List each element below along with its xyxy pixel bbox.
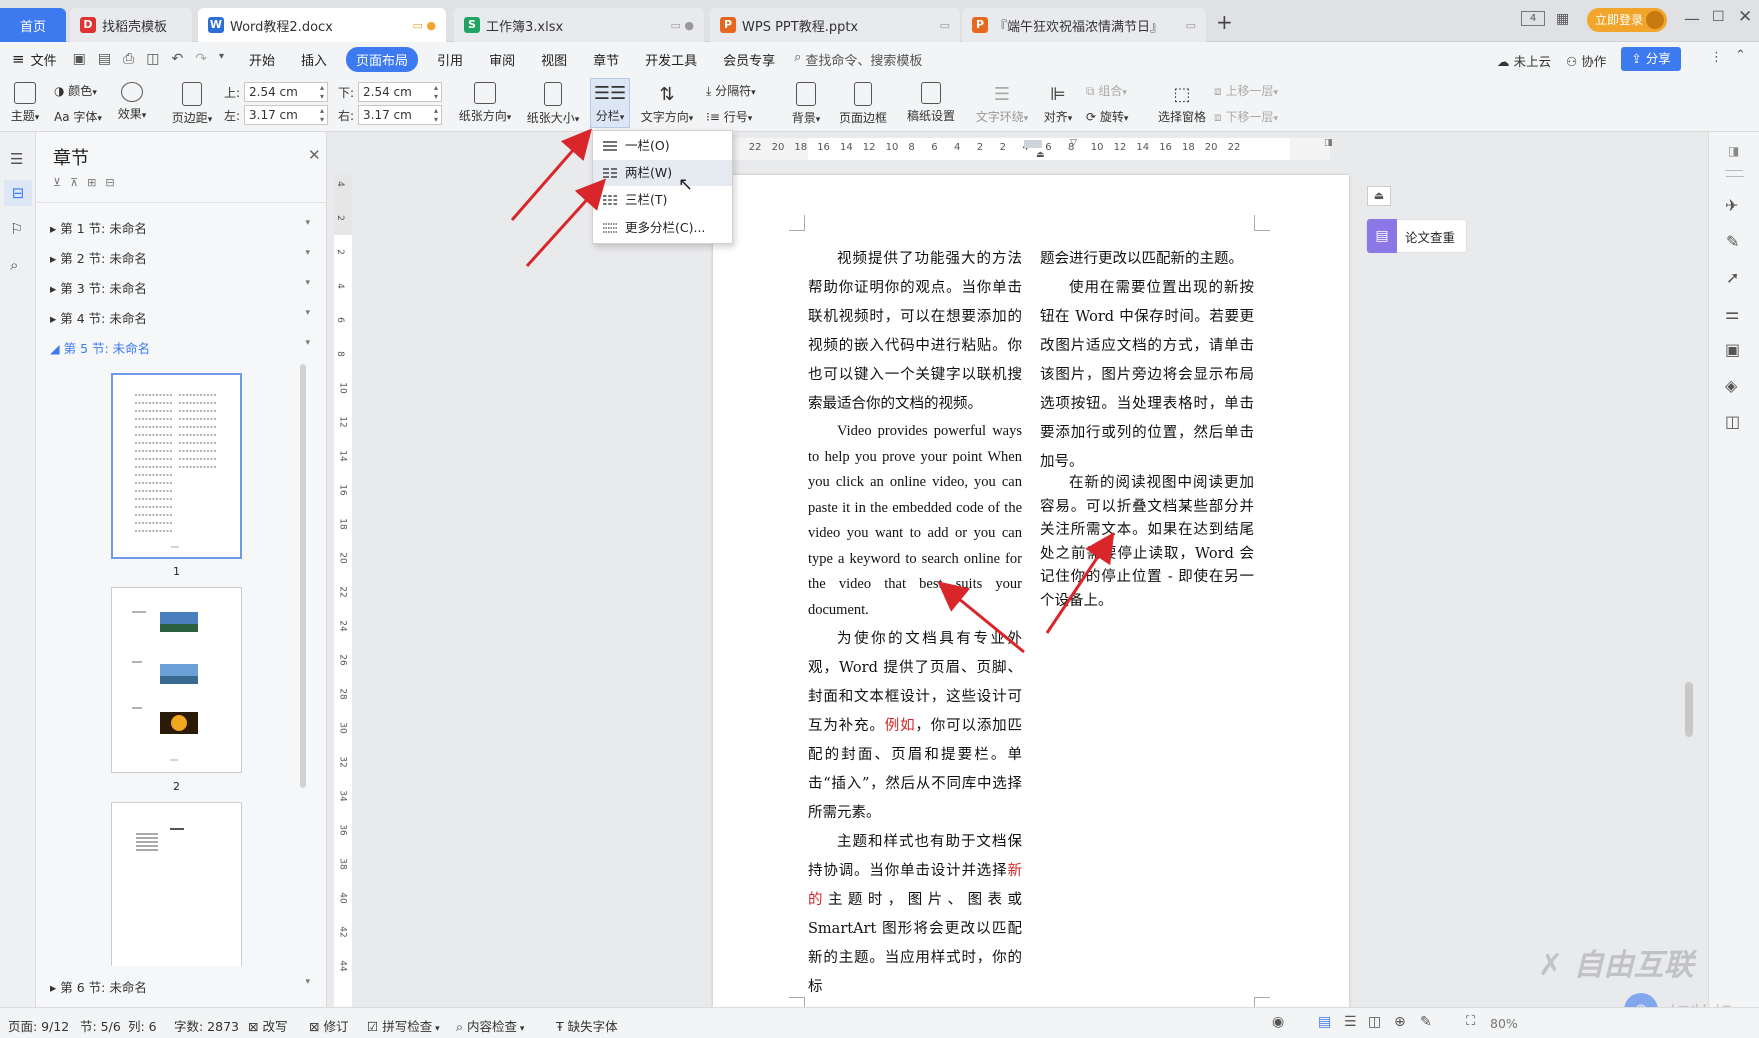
annotation-overlay (510, 128, 1115, 654)
checkbox-icon: ⊠ (309, 1019, 324, 1034)
track-changes-toggle[interactable]: ⊠ 修订 (309, 1016, 348, 1035)
status-section[interactable]: 节: 5/6 (80, 1016, 121, 1035)
spell-check-toggle[interactable]: ☑ 拼写检查 ▾ (367, 1016, 440, 1035)
status-bar: 页面: 9/12 节: 5/6 列: 6 字数: 2873 ⊠ 改写 ⊠ 修订 … (0, 1007, 1759, 1038)
eye-protection-icon[interactable]: ◉ (1272, 1014, 1284, 1030)
web-view-icon[interactable]: ⊕ (1394, 1014, 1406, 1030)
watermark-x-icon: ✗ (1538, 948, 1574, 983)
status-page[interactable]: 页面: 9/12 (8, 1016, 69, 1035)
reading-view-icon[interactable]: ◫ (1368, 1014, 1381, 1030)
content-check-icon: ⌕ (456, 1019, 467, 1034)
annotation-arrow (510, 128, 592, 221)
rewrite-toggle[interactable]: ⊠ 改写 (248, 1016, 287, 1035)
missing-font-button[interactable]: Ŧ 缺失字体 (556, 1016, 618, 1035)
zoom-level[interactable]: 80% (1490, 1016, 1518, 1031)
status-column: 列: 6 (128, 1019, 157, 1034)
content-check-button[interactable]: ⌕ 内容检查 ▾ (456, 1016, 524, 1035)
annotation-arrow (937, 581, 1025, 654)
watermark-logo: ✗ 自由互联 (1538, 948, 1694, 983)
page-view-icon[interactable]: ▤ (1318, 1014, 1331, 1030)
checkbox-checked-icon: ☑ (367, 1019, 383, 1034)
font-warning-icon: Ŧ (556, 1019, 568, 1034)
status-word-count[interactable]: 字数: 2873 (174, 1016, 239, 1035)
annotation-arrow (525, 178, 607, 268)
checkbox-icon: ⊠ (248, 1019, 263, 1034)
fit-page-icon[interactable]: ⛶ (1466, 1014, 1475, 1029)
write-view-icon[interactable]: ✎ (1420, 1014, 1432, 1030)
outline-view-icon[interactable]: ☰ (1344, 1014, 1357, 1030)
annotation-arrow (1045, 532, 1115, 634)
